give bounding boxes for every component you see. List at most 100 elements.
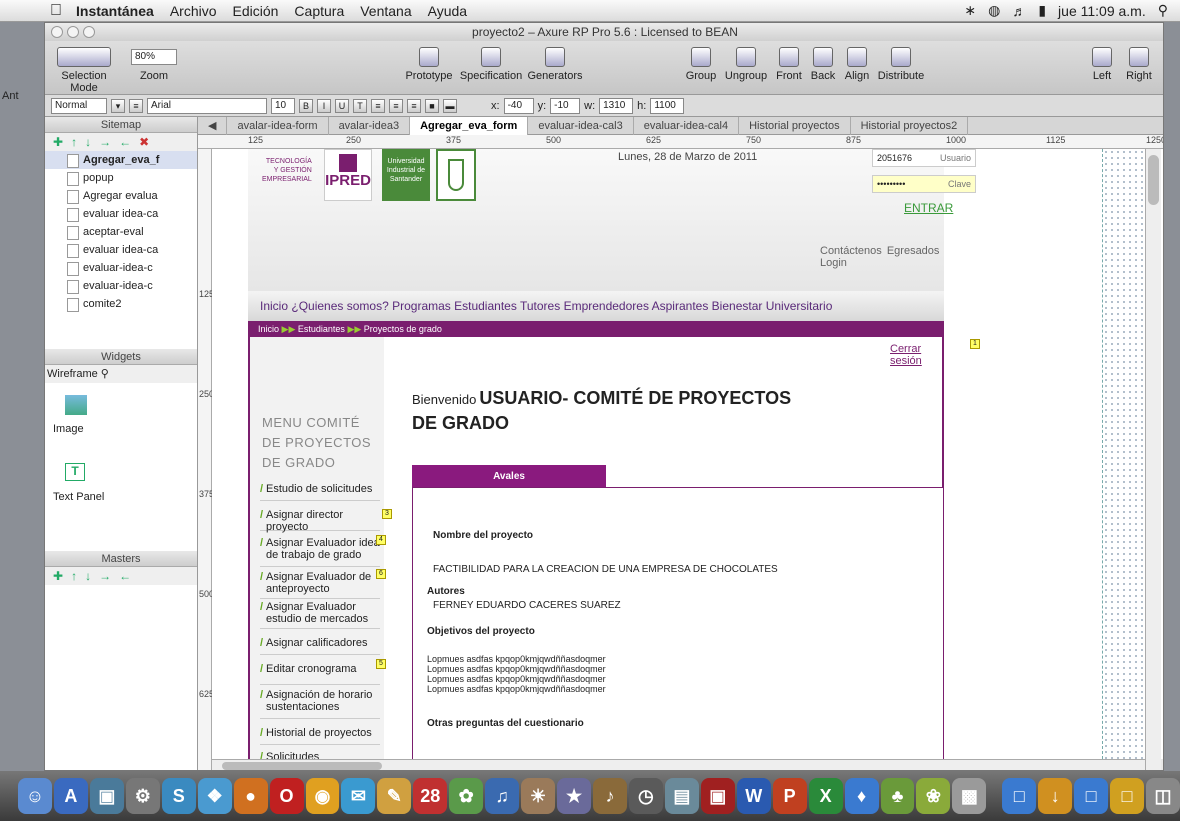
front-button[interactable]: Front	[771, 47, 807, 82]
sitemap-item[interactable]: evaluar-idea-c	[45, 277, 197, 295]
garageband-icon[interactable]: ♪	[593, 778, 627, 814]
tab-page[interactable]: evaluar-idea-cal4	[634, 116, 740, 135]
tab-page[interactable]: avalar-idea3	[329, 116, 411, 135]
documents-folder-icon[interactable]: □	[1074, 778, 1109, 814]
wifi-icon[interactable]: ◍	[988, 2, 1000, 19]
add-page-icon[interactable]: ✚	[53, 135, 63, 149]
horizontal-scroll-thumb[interactable]	[222, 762, 382, 770]
app-store-icon[interactable]: A	[53, 778, 88, 814]
tab-avales[interactable]: Avales	[412, 465, 606, 489]
y-field[interactable]: -10	[550, 97, 581, 114]
master-outdent-icon[interactable]: ←	[119, 569, 131, 583]
password-input[interactable]: ••••••••• Clave	[872, 175, 976, 193]
menu-estudio-solicitudes[interactable]: Estudio de solicitudes	[260, 483, 380, 501]
back-button[interactable]: Back	[805, 47, 841, 82]
menu-cronograma[interactable]: Editar cronograma	[260, 663, 380, 685]
fill-color-icon[interactable]: ■	[425, 98, 439, 113]
menu-ventana[interactable]: Ventana	[360, 3, 411, 19]
zoom-control[interactable]: 80% Zoom	[129, 47, 179, 82]
nav-bienestar[interactable]: Bienestar Universitario	[712, 299, 833, 313]
font-select[interactable]: Arial	[147, 97, 267, 114]
tab-page[interactable]: Historial proyectos	[739, 116, 851, 135]
contact-link[interactable]: Contáctenos	[820, 245, 882, 257]
menu-edicion[interactable]: Edición	[233, 3, 279, 19]
calendar-icon[interactable]: 28	[413, 778, 448, 814]
crumb-inicio[interactable]: Inicio	[258, 324, 279, 334]
itunes-icon[interactable]: ♫	[485, 778, 520, 814]
underline-icon[interactable]: U	[335, 98, 349, 113]
italic-icon[interactable]: I	[317, 98, 331, 113]
menu-archivo[interactable]: Archivo	[170, 3, 217, 19]
nav-quienes[interactable]: ¿Quienes somos?	[291, 299, 388, 313]
annotation-marker[interactable]: 6	[376, 569, 386, 579]
sitemap-item[interactable]: evaluar-idea-c	[45, 259, 197, 277]
firefox-icon[interactable]: ●	[233, 778, 268, 814]
line-color-icon[interactable]: ▬	[443, 98, 457, 113]
photos-icon[interactable]: ✿	[449, 778, 484, 814]
style-select[interactable]: Normal	[51, 97, 107, 114]
app-icon[interactable]: ▩	[952, 778, 987, 814]
enter-button[interactable]: ENTRAR	[904, 201, 953, 215]
sitemap-item[interactable]: Agregar evalua	[45, 187, 197, 205]
powerpoint-icon[interactable]: P	[772, 778, 807, 814]
align-button[interactable]: Align	[839, 47, 875, 82]
right-pane-button[interactable]: Right	[1121, 47, 1157, 82]
nav-estudiantes[interactable]: Estudiantes	[454, 299, 517, 313]
safari-icon[interactable]: ❖	[197, 778, 232, 814]
stars-icon[interactable]: ★	[557, 778, 591, 814]
photo-booth-icon[interactable]: ▣	[700, 778, 735, 814]
delete-page-icon[interactable]: ✖	[139, 135, 149, 149]
width-field[interactable]: 1310	[599, 97, 634, 114]
align-right-icon[interactable]: ≡	[407, 98, 421, 113]
generators-button[interactable]: Generators	[525, 47, 585, 82]
time-machine-icon[interactable]: ◷	[628, 778, 663, 814]
bold-icon[interactable]: B	[299, 98, 313, 113]
username-input[interactable]: 2051676 Usuario	[872, 149, 976, 167]
indent-icon[interactable]: →	[99, 135, 111, 149]
nav-emprendedores[interactable]: Emprendedores	[564, 299, 649, 313]
menu-evaluador-mercados[interactable]: Asignar Evaluador estudio de mercados	[260, 601, 380, 629]
style-dropdown-icon[interactable]: ▾	[111, 98, 125, 113]
zoom-select[interactable]: 80%	[131, 49, 177, 65]
sitemap-item[interactable]: popup	[45, 169, 197, 187]
align-left-icon[interactable]: ≡	[371, 98, 385, 113]
menu-calificadores[interactable]: Asignar calificadores	[260, 637, 380, 655]
bluetooth-icon[interactable]: ∗	[964, 2, 976, 19]
menu-captura[interactable]: Captura	[294, 3, 344, 19]
nav-tutores[interactable]: Tutores	[520, 299, 560, 313]
move-up-icon[interactable]: ↑	[71, 135, 77, 149]
sitemap-item[interactable]: evaluar idea-ca	[45, 241, 197, 259]
iphoto-icon[interactable]: ☀	[521, 778, 556, 814]
chrome-icon[interactable]: ◉	[305, 778, 340, 814]
menu-horario-sustentaciones[interactable]: Asignación de horario sustentaciones	[260, 689, 380, 719]
minimize-window-button[interactable]	[67, 26, 79, 38]
tab-page[interactable]: avalar-idea-form	[227, 116, 329, 135]
widget-library-select[interactable]: Wireframe ⚲	[45, 365, 197, 383]
sitemap-item[interactable]: evaluar idea-ca	[45, 205, 197, 223]
outdent-icon[interactable]: ←	[119, 135, 131, 149]
vertical-scrollbar[interactable]	[1145, 149, 1161, 770]
font-size-select[interactable]: 10	[271, 97, 295, 114]
specification-button[interactable]: Specification	[455, 47, 527, 82]
master-indent-icon[interactable]: →	[99, 569, 111, 583]
preview-icon[interactable]: ▣	[89, 778, 124, 814]
crumb-proyectos[interactable]: Proyectos de grado	[364, 324, 442, 334]
x-field[interactable]: -40	[503, 97, 534, 114]
excel-icon[interactable]: X	[808, 778, 843, 814]
notes-icon[interactable]: ✎	[377, 778, 412, 814]
nav-programas[interactable]: Programas	[392, 299, 451, 313]
downloads-folder-icon[interactable]: ↓	[1038, 778, 1073, 814]
sitemap-item[interactable]: aceptar-eval	[45, 223, 197, 241]
volume-icon[interactable]: ♬	[1012, 3, 1026, 19]
app-icon[interactable]: ♣	[880, 778, 915, 814]
text-color-icon[interactable]: T	[353, 98, 367, 113]
menu-evaluador-anteproyecto[interactable]: Asignar Evaluador de anteproyecto	[260, 571, 380, 599]
add-master-icon[interactable]: ✚	[53, 569, 63, 583]
master-up-icon[interactable]: ↑	[71, 569, 77, 583]
word-icon[interactable]: W	[736, 778, 771, 814]
align-center-icon[interactable]: ≡	[389, 98, 403, 113]
messages-icon[interactable]: ✉	[341, 778, 376, 814]
tab-page[interactable]: Historial proyectos2	[851, 116, 969, 135]
master-down-icon[interactable]: ↓	[85, 569, 91, 583]
image-widget-icon[interactable]	[65, 395, 87, 415]
